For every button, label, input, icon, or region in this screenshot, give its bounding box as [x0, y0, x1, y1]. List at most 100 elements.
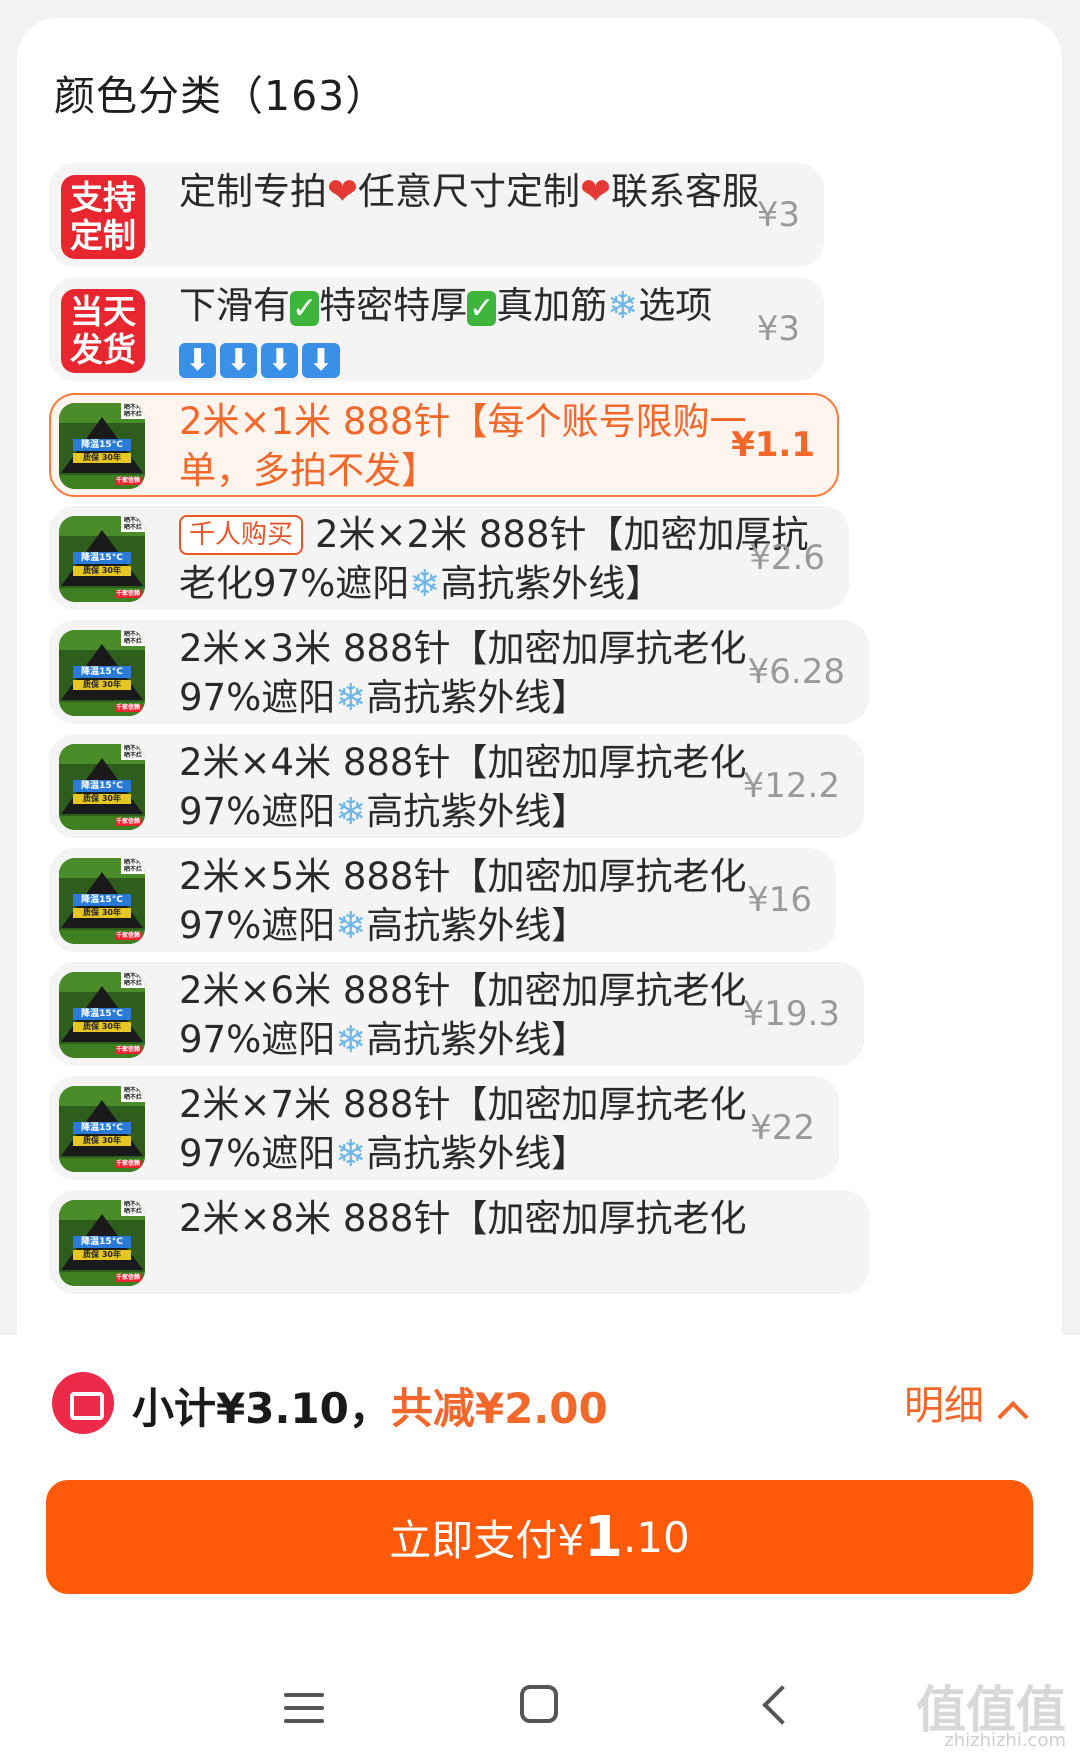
subtotal-amount: 小计¥3.10， [132, 1384, 391, 1433]
thumb-band-2: 质保 30年 [83, 1250, 121, 1259]
check-icon: ✓ [290, 291, 320, 326]
label-text: 2米×8米 888针【加密加厚抗老化 [179, 1197, 747, 1240]
down-arrow-icon: ⬇ [302, 343, 340, 378]
option-price: ¥19.3 [742, 994, 840, 1034]
sku-selector-sheet: 颜色分类（163） 支持 定制 定制专拍❤任意尺寸定制❤联系客服 ¥3 当天 发货 下滑… [17, 18, 1062, 1348]
label-text: 高抗紫外线】 [366, 904, 589, 947]
pay-amount-int: 1 [583, 1504, 623, 1570]
color-option[interactable]: 支持 定制 定制专拍❤任意尺寸定制❤联系客服 ¥3 [49, 163, 824, 267]
thumb-band-2: 质保 30年 [83, 794, 121, 803]
snowflake-icon: ❄ [607, 284, 639, 327]
option-price: ¥12.2 [742, 766, 840, 806]
thumb-footer: 千家信赖 [115, 590, 140, 597]
color-option[interactable]: 晒不坏 晒不烂降温15°C 质保 30年千家信赖 2米×1米 888针【每个账号限购… [49, 393, 839, 497]
color-option[interactable]: 晒不坏 晒不烂降温15°C 质保 30年千家信赖 2米×7米 888针【加密加厚抗老… [49, 1076, 839, 1180]
color-option[interactable]: 晒不坏 晒不烂降温15°C 质保 30年千家信赖 2米×3米 888针【加密加厚抗老… [49, 620, 869, 724]
thumb-band-1: 降温15°C [81, 440, 123, 450]
thumb-top-right: 晒不坏 晒不烂 [123, 631, 142, 645]
thumb-band-2: 质保 30年 [83, 1136, 121, 1145]
label-text: 2米×1米 888针【每个账号限购一单，多拍不发】 [179, 400, 747, 492]
option-label: 下滑有✓特密特厚✓真加筋❄选项⬇ ⬇ ⬇ ⬇ [179, 281, 819, 385]
color-option[interactable]: 晒不坏 晒不烂 降温15°C 质保 30年 千家信赖 千人购买 2米×2米 888针【加密… [49, 506, 849, 610]
label-text: 下滑有 [179, 284, 290, 327]
chevron-up-icon [997, 1400, 1029, 1433]
product-thumbnail: 晒不坏 晒不烂降温15°C 质保 30年千家信赖 [59, 858, 145, 944]
thumb-footer: 千家信赖 [115, 704, 140, 711]
detail-toggle[interactable]: 明细 [904, 1373, 1029, 1433]
label-text: 高抗紫外线】 [440, 562, 663, 605]
down-arrow-icon: ⬇ [179, 343, 217, 378]
label-text: 联系客服 [611, 170, 760, 213]
option-price: ¥2.6 [749, 538, 825, 578]
thumb-footer: 千家信赖 [115, 932, 140, 939]
thumb-band-1: 降温15°C [81, 1237, 123, 1247]
section-title: 颜色分类（163） [54, 72, 388, 120]
option-badge: 当天 发货 [61, 289, 145, 373]
thumb-top-right: 晒不坏 晒不烂 [123, 404, 142, 418]
down-arrow-icon: ⬇ [261, 343, 299, 378]
subtotal-text: 小计¥3.10，共减¥2.00 [132, 1375, 608, 1436]
color-option[interactable]: 晒不坏 晒不烂 降温15°C 质保 30年 千家信赖 2米×8米 888针【加密加厚抗老… [49, 1190, 869, 1294]
label-text: 任意尺寸定制 [358, 170, 581, 213]
thumb-top-right: 晒不坏 晒不烂 [123, 517, 142, 531]
thumb-band-2: 质保 30年 [83, 680, 121, 689]
snowflake-icon: ❄ [335, 904, 367, 947]
product-thumbnail: 晒不坏 晒不烂 降温15°C 质保 30年 千家信赖 [59, 972, 145, 1058]
product-thumbnail: 晒不坏 晒不烂降温15°C 质保 30年千家信赖 [59, 403, 145, 489]
snowflake-icon: ❄ [335, 1018, 367, 1061]
option-price: ¥1.1 [731, 425, 815, 465]
menu-icon[interactable] [284, 1693, 324, 1723]
option-label: 2米×5米 888针【加密加厚抗老化97%遮阳❄高抗紫外线】 [179, 852, 819, 950]
home-icon[interactable] [520, 1685, 558, 1723]
color-option[interactable]: 晒不坏 晒不烂 降温15°C 质保 30年 千家信赖 2米×6米 888针【加密加厚抗老… [49, 962, 864, 1066]
thumb-band-1: 降温15°C [81, 1009, 123, 1019]
snowflake-icon: ❄ [335, 676, 367, 719]
product-thumbnail: 晒不坏 晒不烂 降温15°C 质保 30年 千家信赖 [59, 744, 145, 830]
snowflake-icon: ❄ [409, 562, 441, 605]
option-label: 2米×7米 888针【加密加厚抗老化97%遮阳❄高抗紫外线】 [179, 1080, 819, 1178]
thumb-band-2: 质保 30年 [83, 453, 121, 462]
option-label: 2米×3米 888针【加密加厚抗老化97%遮阳❄高抗紫外线】 [179, 624, 819, 722]
option-label: 2米×6米 888针【加密加厚抗老化97%遮阳❄高抗紫外线】 [179, 966, 819, 1064]
discount-amount: 共减¥2.00 [390, 1384, 608, 1433]
thumb-footer: 千家信赖 [115, 1160, 140, 1167]
thumb-top-right: 晒不坏 晒不烂 [123, 1201, 142, 1215]
thumb-band-2: 质保 30年 [83, 566, 121, 575]
thumb-footer: 千家信赖 [115, 1046, 140, 1053]
color-option[interactable]: 晒不坏 晒不烂 降温15°C 质保 30年 千家信赖 2米×4米 888针【加密加厚抗老… [49, 734, 864, 838]
thumb-band-1: 降温15°C [81, 895, 123, 905]
thumb-band-1: 降温15°C [81, 667, 123, 677]
thumb-band-1: 降温15°C [81, 553, 123, 563]
thumb-band-1: 降温15°C [81, 1123, 123, 1133]
back-icon[interactable] [762, 1685, 802, 1725]
thumb-top-right: 晒不坏 晒不烂 [123, 973, 142, 987]
option-price: ¥16 [747, 880, 812, 920]
watermark-url: zhizhizhi.com [944, 1730, 1066, 1751]
label-text: 特密特厚 [319, 284, 468, 327]
pay-prefix: 立即支付¥ [389, 1515, 584, 1565]
color-option[interactable]: 当天 发货 下滑有✓特密特厚✓真加筋❄选项⬇ ⬇ ⬇ ⬇ ¥3 [49, 277, 824, 381]
option-badge: 支持 定制 [61, 175, 145, 259]
option-label: 2米×4米 888针【加密加厚抗老化97%遮阳❄高抗紫外线】 [179, 738, 819, 836]
option-price: ¥6.28 [747, 652, 845, 692]
product-thumbnail: 晒不坏 晒不烂降温15°C 质保 30年千家信赖 [59, 630, 145, 716]
label-text: 定制专拍 [179, 170, 327, 213]
thumb-top-right: 晒不坏 晒不烂 [123, 859, 142, 873]
detail-label: 明细 [904, 1383, 984, 1429]
option-price: ¥3 [756, 195, 800, 235]
thumb-top-right: 晒不坏 晒不烂 [123, 745, 142, 759]
heart-icon: ❤ [580, 170, 612, 213]
option-label: 定制专拍❤任意尺寸定制❤联系客服 [179, 167, 819, 216]
label-text: 高抗紫外线】 [366, 676, 589, 719]
pay-now-button[interactable]: 立即支付¥ 1.10 [46, 1480, 1033, 1594]
label-text: 高抗紫外线】 [366, 790, 589, 833]
color-option[interactable]: 晒不坏 晒不烂降温15°C 质保 30年千家信赖 2米×5米 888针【加密加厚抗老… [49, 848, 836, 952]
thumb-footer: 千家信赖 [115, 477, 140, 484]
thumb-band-2: 质保 30年 [83, 908, 121, 917]
option-label: 2米×1米 888针【每个账号限购一单，多拍不发】 [179, 397, 819, 495]
option-label: 2米×8米 888针【加密加厚抗老化 [179, 1194, 819, 1243]
snowflake-icon: ❄ [335, 790, 367, 833]
option-price: ¥22 [750, 1108, 815, 1148]
label-text: 高抗紫外线】 [366, 1018, 589, 1061]
thumb-top-right: 晒不坏 晒不烂 [123, 1087, 142, 1101]
